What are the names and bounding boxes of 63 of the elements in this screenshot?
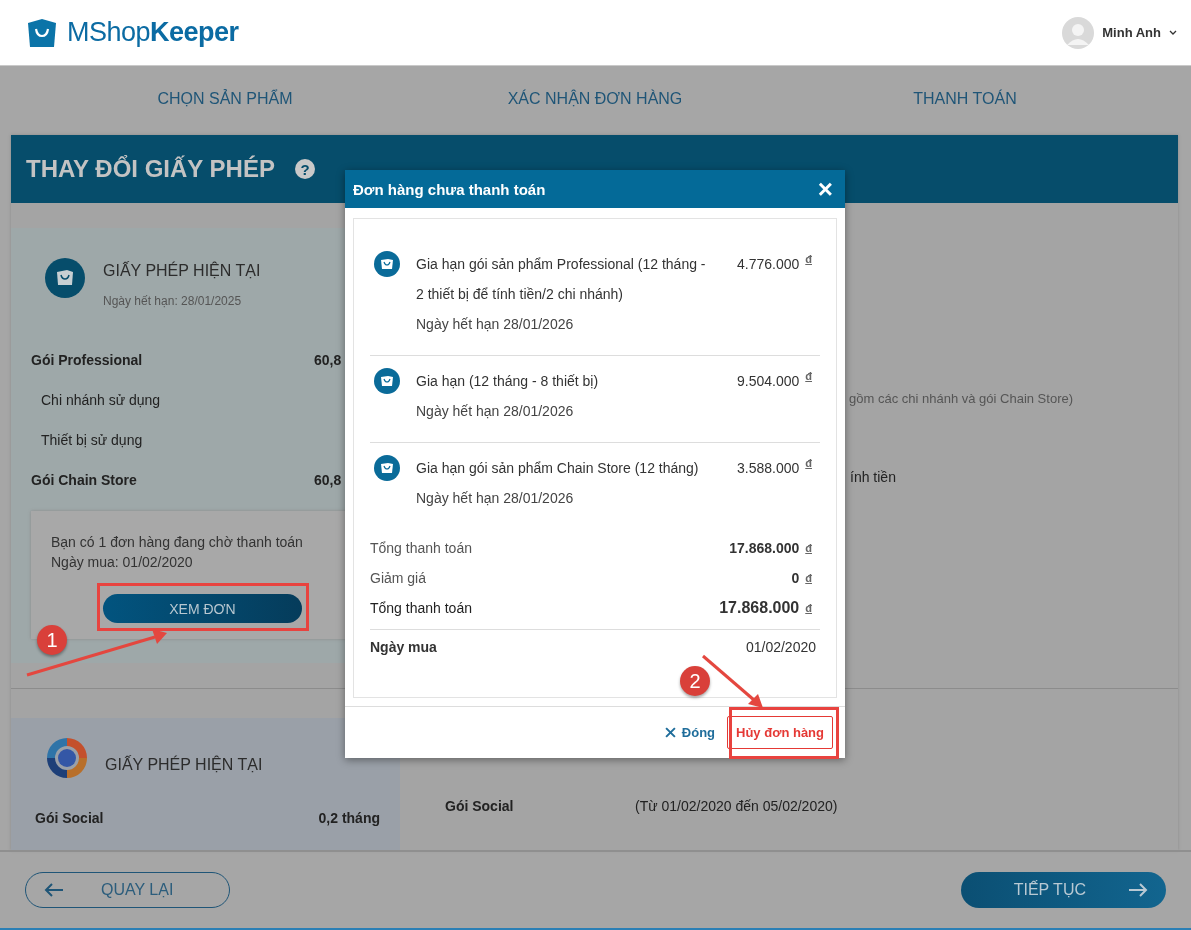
dialog-title: Đơn hàng chưa thanh toán [353,180,546,198]
step-label[interactable]: THANH TOÁN [740,90,1190,108]
shopping-bag-icon [374,455,400,481]
plan-value: 60,8 [314,352,343,368]
currency-symbol: đ [805,541,812,556]
page-title: THAY ĐỔI GIẤY PHÉP [26,155,275,183]
shopping-bag-icon [45,258,85,298]
item-expiry: Ngày hết hạn 28/01/2026 [416,402,575,421]
view-order-button[interactable]: XEM ĐƠN [103,594,302,623]
item-expiry: Ngày hết hạn 28/01/2026 [416,489,575,508]
item-title: Gia hạn (12 tháng - 8 thiết bị) [416,372,600,391]
currency-symbol: đ [805,571,812,586]
currency-symbol: đ [805,369,812,384]
help-icon[interactable]: ? [294,159,315,179]
card-title: GIẤY PHÉP HIỆN TẠI [103,262,261,280]
app-logo[interactable]: MShopKeeper [67,17,239,48]
swirl-logo-icon [45,736,89,780]
note-text: gồm các chi nhánh và gói Chain Store) [849,391,1073,406]
item-title: Gia hạn gói sản phẩm Chain Store (12 tháng) [416,459,700,478]
item-price: 9.504.000 [736,372,800,391]
summary-label: Tổng thanh toán [370,540,472,556]
callout-arrow [702,654,763,708]
shopping-bag-icon [374,251,400,277]
summary-label: Giảm giá [370,570,427,586]
close-link[interactable]: Đóng [664,725,716,740]
plan-label: Chi nhánh sử dụng [40,392,161,408]
close-button[interactable]: × [817,176,833,202]
plan-value: 0,2 tháng [318,810,380,826]
user-name[interactable]: Minh Anh [1102,25,1161,40]
currency-symbol: đ [805,252,812,267]
forward-arrow-icon [1128,882,1148,898]
plan-value: 60,8 [314,472,343,488]
item-price: 4.776.000 [736,255,800,274]
shopping-bag-icon [25,16,59,49]
caret-icon[interactable] [1169,30,1177,35]
cancel-order-button[interactable]: Hủy đơn hàng [727,716,833,749]
note-text: ính tiền [850,469,896,485]
plan-period: (Từ 01/02/2020 đến 05/02/2020) [635,798,838,816]
purchase-date-label: Ngày mua [370,639,437,655]
plan-label: Thiết bị sử dụng [40,432,143,448]
plan-label: Gói Professional [31,352,143,368]
summary-value: 0 [791,569,800,588]
summary-value: 17.868.000 [729,539,800,558]
plan-label: Gói Chain Store [31,472,137,488]
back-arrow-icon [44,882,64,898]
currency-symbol: đ [805,456,812,471]
summary-label: Tổng thanh toán [370,600,472,616]
expiry-date: Ngày hết hạn: 28/01/2025 [103,294,243,308]
currency-symbol: đ [805,601,812,616]
item-expiry: Ngày hết hạn 28/01/2026 [416,315,575,334]
shopping-bag-icon [374,368,400,394]
plan-label: Gói Social [445,798,515,816]
summary-value: 17.868.000 [719,598,800,618]
item-price: 3.588.000 [736,459,800,478]
purchase-date: Ngày mua: 01/02/2020 [51,553,194,572]
item-title: Gia hạn gói sản phẩm Professional (12 tháng - 2 thiết bị để tính tiền/2 chi nhánh) [416,255,707,304]
continue-button[interactable]: TIẾP TỤC [961,872,1166,908]
close-icon [664,727,676,738]
step-label[interactable]: CHỌN SẢN PHẨM [0,90,450,108]
purchase-date-value: 01/02/2020 [745,639,816,655]
step-label[interactable]: XÁC NHẬN ĐƠN HÀNG [450,90,740,108]
card-title: GIẤY PHÉP HIỆN TẠI [105,756,263,774]
plan-label: Gói Social [35,810,104,826]
